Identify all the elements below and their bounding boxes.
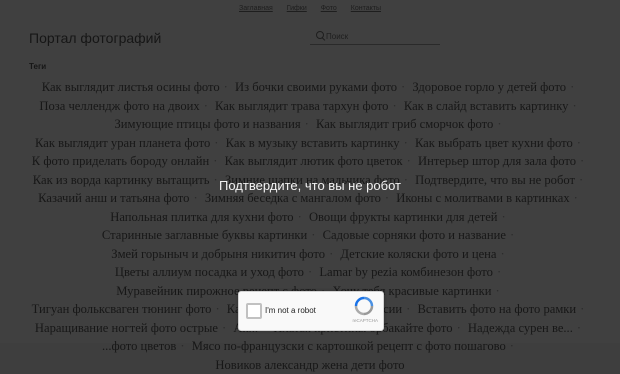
tag-link[interactable]: Как в музыку вставить картинку (226, 136, 400, 150)
tag-separator: · (401, 80, 406, 94)
tag-link[interactable]: Змей горыныч и добрыня никитич фото (111, 247, 325, 261)
recaptcha-checkbox[interactable] (246, 303, 262, 319)
tag-link[interactable]: Как в слайд вставить картинку (404, 99, 569, 113)
tags-heading: Теги (29, 62, 47, 71)
recaptcha-brand: reCAPTCHA (352, 318, 378, 323)
recaptcha-label: I'm not a robot (265, 306, 316, 315)
tag-separator: · (213, 154, 218, 168)
tag-separator: · (384, 191, 390, 205)
tag-separator: · (580, 302, 585, 316)
tag-link[interactable]: К фото приделать бороду онлайн (32, 154, 210, 168)
tag-link[interactable]: Садовые сорняки фото и название (323, 228, 506, 242)
tag-link[interactable]: Иконы с молитвами в картинках (396, 191, 569, 205)
recaptcha-widget: I'm not a robot reCAPTCHA (238, 291, 384, 331)
tag-link[interactable]: Как выглядит лютик фото цветок (225, 154, 403, 168)
tag-link[interactable]: Зимняя беседка с мангалом фото (205, 191, 381, 205)
tag-link[interactable]: Как выглядит уран планета фото (35, 136, 210, 150)
search-input[interactable] (326, 30, 436, 42)
tag-separator: · (576, 135, 581, 150)
tag-separator: · (570, 80, 575, 94)
tag-link[interactable]: Как выбрать цвет кухни фото (415, 136, 573, 150)
tag-separator: · (311, 228, 316, 242)
tag-link[interactable]: Lamar by pezia комбинезон фото (319, 265, 493, 279)
tag-separator: · (509, 339, 514, 353)
tag-separator: · (193, 191, 198, 205)
recaptcha-logo-icon (354, 296, 374, 316)
tag-link[interactable]: Надежда сурен ве... (468, 321, 573, 335)
nav-link-photo[interactable]: Фото (321, 5, 337, 12)
tag-link[interactable]: Зимующие птицы фото и названия (114, 117, 300, 131)
tag-link[interactable]: Казачий анш и татьяна фото (38, 191, 189, 205)
tag-link[interactable]: Овощи фрукты картинки для детей (309, 210, 498, 224)
tag-separator: · (215, 302, 220, 316)
tag-link[interactable]: Интерьер штор для зала фото (418, 154, 576, 168)
tag-separator: · (509, 228, 515, 242)
tag-separator: · (180, 339, 185, 353)
tag-link[interactable]: Здоровое горло у детей фото (412, 80, 566, 94)
site-title[interactable]: Портал фотографий (29, 30, 161, 46)
tag-link[interactable]: Напольная плитка для кухни фото (110, 210, 293, 224)
tag-separator: · (496, 265, 502, 279)
tag-separator: · (576, 320, 582, 335)
tag-link[interactable]: Как выглядит гриб сморчок фото (316, 117, 493, 131)
captcha-prompt: Подтвердите, что вы не робот (219, 178, 401, 193)
tag-separator: · (580, 154, 585, 168)
tag-link[interactable]: Новиков александр жена дети фото (215, 358, 404, 372)
tag-separator: · (500, 246, 505, 261)
tag-separator: · (573, 191, 578, 205)
tag-separator: · (403, 135, 408, 150)
tag-separator: · (392, 98, 397, 113)
tag-link[interactable]: ...фото цветов (102, 339, 176, 353)
tag-separator: · (406, 302, 411, 316)
nav-link-gifs[interactable]: Гифки (287, 5, 307, 12)
tag-separator: · (223, 80, 228, 94)
top-nav: Заглавная Гифки Фото Контакты (0, 5, 620, 12)
tag-separator: · (297, 209, 302, 224)
tag-separator: · (497, 117, 502, 131)
nav-link-home[interactable]: Заглавная (239, 5, 273, 12)
tag-separator: · (572, 98, 577, 113)
nav-link-contacts[interactable]: Контакты (351, 5, 381, 12)
tag-separator: · (329, 246, 334, 261)
tag-link[interactable]: Как выглядит трава тархун фото (215, 99, 388, 113)
tag-separator: · (214, 135, 219, 150)
tag-link[interactable]: Мясо по-французски с картошкой рецепт с … (192, 339, 506, 353)
tag-separator: · (304, 117, 309, 131)
tag-link[interactable]: Как выглядит листья осины фото (42, 80, 220, 94)
tag-link[interactable]: Детские коляски фото и цена (340, 247, 496, 261)
tag-link[interactable]: Из бочки своими руками фото (235, 80, 397, 94)
tag-link[interactable]: Цветы аллиум посадка и уход фото (115, 265, 304, 279)
tag-link[interactable]: Поза челлендж фото на двоих (39, 99, 199, 113)
search-icon (316, 31, 324, 39)
tag-separator: · (456, 320, 461, 335)
search-box[interactable] (310, 30, 440, 45)
tag-link[interactable]: Вставить фото на фото рамки (418, 302, 577, 316)
tag-separator: · (203, 98, 208, 113)
tag-separator: · (307, 265, 313, 279)
tag-link[interactable]: Наращивание ногтей фото острые (35, 321, 218, 335)
tag-separator: · (501, 209, 506, 224)
tag-link[interactable]: Старинные заглавные буквы картинки (102, 228, 307, 242)
tag-separator: · (495, 283, 500, 298)
tag-separator: · (406, 154, 411, 168)
tag-link[interactable]: Тигуан фольксваген тюнинг фото (32, 302, 212, 316)
tag-separator: · (221, 320, 227, 335)
